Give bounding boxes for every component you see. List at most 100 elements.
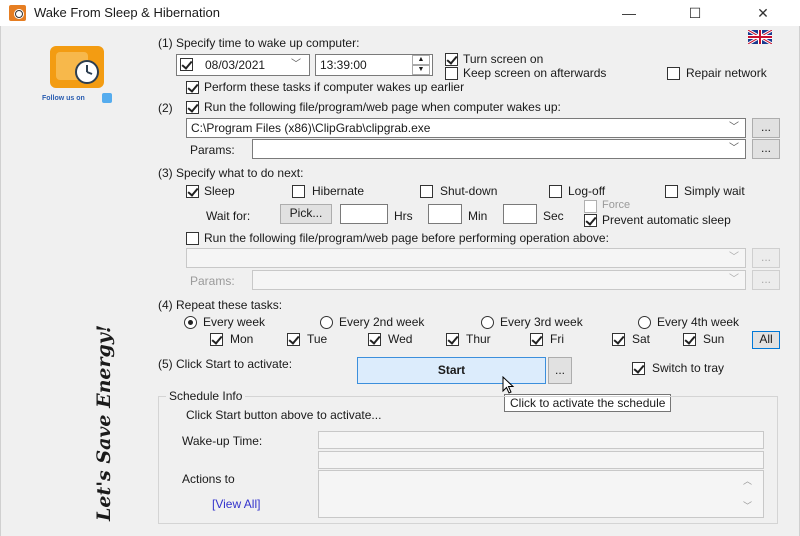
start-button[interactable]: Start bbox=[357, 357, 546, 384]
wait-for-label: Wait for: bbox=[206, 209, 251, 223]
step3-label: (3) Specify what to do next: bbox=[158, 166, 304, 180]
start-options-button[interactable]: ... bbox=[548, 357, 572, 384]
pick-button[interactable]: Pick... bbox=[280, 204, 332, 224]
minutes-field[interactable] bbox=[428, 204, 462, 224]
every-4th-week-radio[interactable] bbox=[638, 316, 651, 329]
tue-checkbox[interactable] bbox=[287, 333, 300, 346]
fri-checkbox[interactable] bbox=[530, 333, 543, 346]
tue-label: Tue bbox=[307, 332, 328, 346]
scroll-down-icon[interactable]: ﹀ bbox=[743, 499, 752, 512]
simply-wait-checkbox[interactable] bbox=[665, 185, 678, 198]
every-week-label: Every week bbox=[203, 315, 266, 329]
twitter-icon[interactable] bbox=[102, 93, 112, 103]
app-logo bbox=[50, 46, 104, 88]
minimize-button[interactable]: — bbox=[606, 2, 652, 24]
sun-label: Sun bbox=[703, 332, 725, 346]
chevron-down-icon[interactable]: ﹀ bbox=[727, 119, 741, 137]
sec-label: Sec bbox=[543, 209, 564, 223]
switch-tray-checkbox[interactable] bbox=[632, 362, 645, 375]
thur-label: Thur bbox=[466, 332, 491, 346]
step2-number: (2) bbox=[158, 101, 173, 115]
browse-before-params-button[interactable]: ... bbox=[752, 270, 780, 290]
seconds-field[interactable] bbox=[503, 204, 537, 224]
chevron-down-icon[interactable]: ﹀ bbox=[727, 140, 741, 158]
before-params-combo[interactable]: ﹀ bbox=[252, 270, 746, 290]
browse-params-button[interactable]: ... bbox=[752, 139, 780, 159]
shutdown-checkbox[interactable] bbox=[420, 185, 433, 198]
chevron-down-icon[interactable]: ﹀ bbox=[727, 271, 741, 289]
params-combo[interactable]: ﹀ bbox=[252, 139, 746, 159]
close-button[interactable]: ✕ bbox=[740, 2, 786, 24]
perform-earlier-label: Perform these tasks if computer wakes up… bbox=[204, 80, 465, 94]
follow-us-text: Follow us on bbox=[42, 95, 85, 102]
hibernate-label: Hibernate bbox=[312, 184, 365, 198]
every-3rd-week-label: Every 3rd week bbox=[500, 315, 583, 329]
wed-label: Wed bbox=[388, 332, 413, 346]
prevent-sleep-checkbox[interactable] bbox=[584, 214, 597, 227]
min-label: Min bbox=[468, 209, 488, 223]
date-enable-checkbox[interactable] bbox=[180, 58, 193, 71]
sat-checkbox[interactable] bbox=[612, 333, 625, 346]
perform-earlier-checkbox[interactable] bbox=[186, 81, 199, 94]
step4-label: (4) Repeat these tasks: bbox=[158, 298, 283, 312]
simply-wait-label: Simply wait bbox=[684, 184, 745, 198]
view-all-link[interactable]: [View All] bbox=[212, 497, 260, 511]
hours-field[interactable] bbox=[340, 204, 388, 224]
run-before-label: Run the following file/program/web page … bbox=[204, 231, 609, 245]
sun-checkbox[interactable] bbox=[683, 333, 696, 346]
chevron-down-icon[interactable]: ﹀ bbox=[289, 56, 303, 74]
keep-screen-on-checkbox[interactable] bbox=[445, 67, 458, 80]
sleep-checkbox[interactable] bbox=[186, 185, 199, 198]
every-week-radio[interactable] bbox=[184, 316, 197, 329]
spin-up-icon[interactable]: ▲ bbox=[412, 55, 430, 65]
date-value: 08/03/2021 bbox=[205, 58, 266, 72]
title-bar: Wake From Sleep & Hibernation — ☐ ✕ bbox=[0, 0, 800, 26]
hrs-label: Hrs bbox=[394, 209, 413, 223]
before-params-label: Params: bbox=[190, 274, 235, 288]
time-field[interactable]: 13:39:00 ▲ ▼ bbox=[315, 54, 433, 76]
turn-screen-on-label: Turn screen on bbox=[463, 52, 544, 66]
wake-time-field bbox=[318, 431, 764, 449]
browse-before-button[interactable]: ... bbox=[752, 248, 780, 268]
program-path-value: C:\Program Files (x86)\ClipGrab\clipgrab… bbox=[191, 121, 431, 135]
maximize-button[interactable]: ☐ bbox=[672, 2, 718, 24]
hibernate-checkbox[interactable] bbox=[292, 185, 305, 198]
turn-screen-on-checkbox[interactable] bbox=[445, 53, 458, 66]
every-2nd-week-label: Every 2nd week bbox=[339, 315, 425, 329]
shutdown-label: Shut-down bbox=[440, 184, 498, 198]
sat-label: Sat bbox=[632, 332, 651, 346]
step1-label: (1) Specify time to wake up computer: bbox=[158, 36, 360, 50]
wake-time-label: Wake-up Time: bbox=[182, 434, 263, 448]
language-flag-icon[interactable] bbox=[748, 30, 772, 44]
program-path-combo[interactable]: C:\Program Files (x86)\ClipGrab\clipgrab… bbox=[186, 118, 746, 138]
before-program-combo[interactable]: ﹀ bbox=[186, 248, 746, 268]
every-2nd-week-radio[interactable] bbox=[320, 316, 333, 329]
actions-label: Actions to bbox=[182, 472, 235, 486]
chevron-down-icon[interactable]: ﹀ bbox=[727, 249, 741, 267]
params-label: Params: bbox=[190, 143, 235, 157]
spin-down-icon[interactable]: ▼ bbox=[412, 65, 430, 75]
prevent-sleep-label: Prevent automatic sleep bbox=[602, 213, 731, 227]
time-value: 13:39:00 bbox=[320, 58, 367, 72]
force-checkbox[interactable] bbox=[584, 200, 597, 213]
mon-label: Mon bbox=[230, 332, 254, 346]
repair-network-checkbox[interactable] bbox=[667, 67, 680, 80]
date-picker[interactable]: 08/03/2021 ﹀ bbox=[176, 54, 310, 76]
every-3rd-week-radio[interactable] bbox=[481, 316, 494, 329]
scroll-up-icon[interactable]: ︿ bbox=[743, 474, 752, 487]
select-all-days-button[interactable]: All bbox=[752, 331, 780, 349]
step5-label: (5) Click Start to activate: bbox=[158, 357, 293, 371]
logoff-checkbox[interactable] bbox=[549, 185, 562, 198]
run-after-wake-checkbox[interactable] bbox=[186, 101, 199, 114]
actions-list[interactable]: ︿ ﹀ bbox=[318, 470, 764, 518]
thur-checkbox[interactable] bbox=[446, 333, 459, 346]
slogan: Let's Save Energy! bbox=[93, 324, 115, 521]
force-label: Force bbox=[602, 199, 631, 211]
browse-program-button[interactable]: ... bbox=[752, 118, 780, 138]
run-before-checkbox[interactable] bbox=[186, 232, 199, 245]
sleep-label: Sleep bbox=[204, 184, 235, 198]
logoff-label: Log-off bbox=[568, 184, 606, 198]
wed-checkbox[interactable] bbox=[368, 333, 381, 346]
mon-checkbox[interactable] bbox=[210, 333, 223, 346]
repair-network-label: Repair network bbox=[686, 66, 767, 80]
